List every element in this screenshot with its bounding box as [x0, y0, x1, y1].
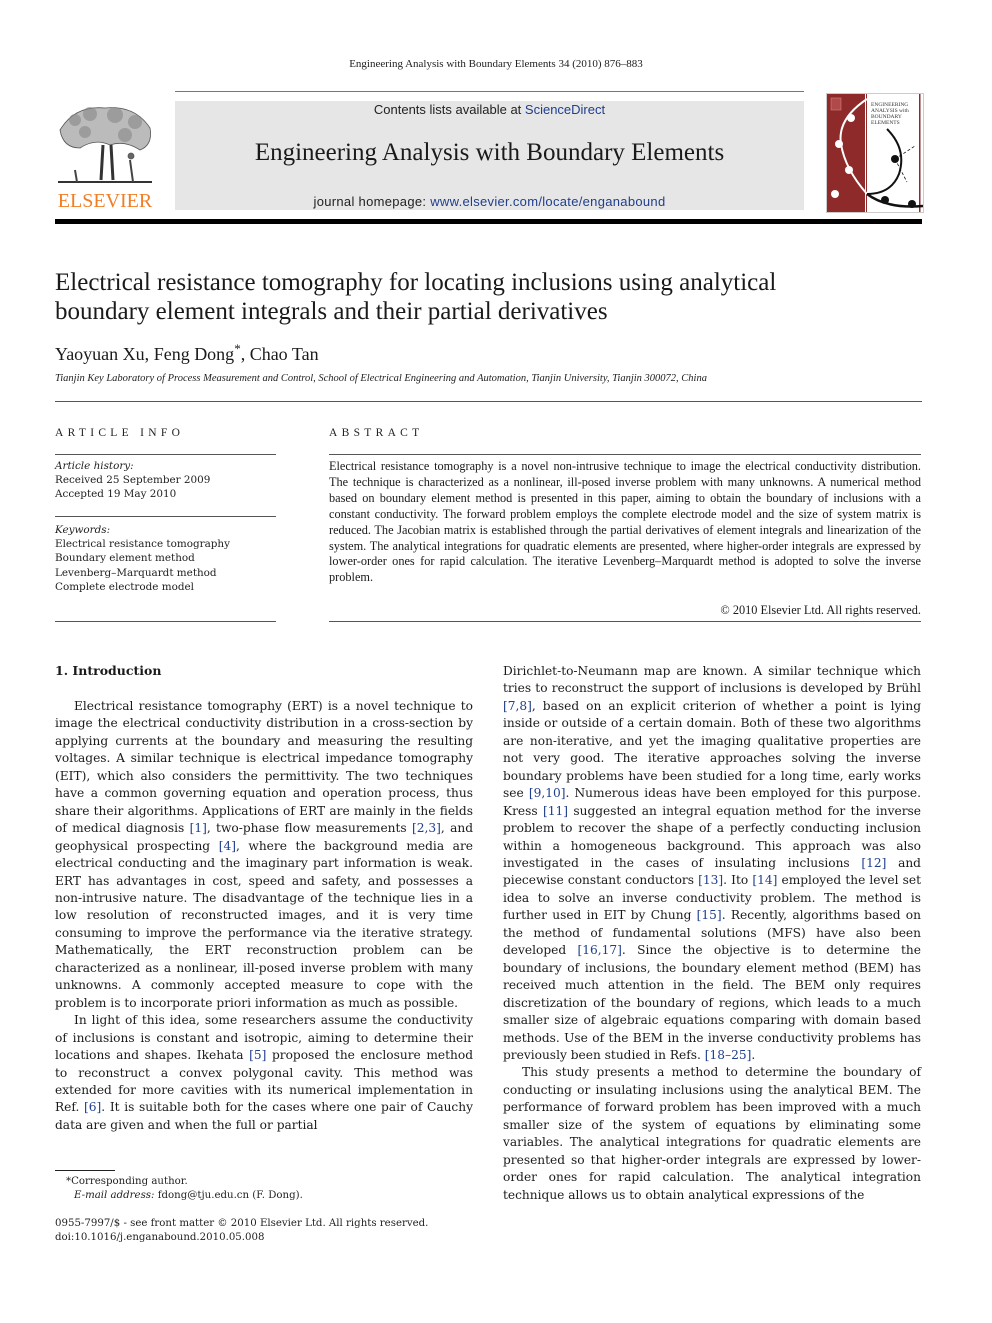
article-title-line-1: Electrical resistance tomography for loc…: [55, 269, 777, 296]
citation-link[interactable]: [12]: [861, 856, 886, 870]
text-run: .: [751, 1047, 756, 1062]
keyword-item: Electrical resistance tomography: [55, 538, 230, 551]
citation-link[interactable]: [7,8]: [503, 699, 532, 713]
keyword-item: Boundary element method: [55, 552, 195, 565]
intro-paragraph-2-continued: Dirichlet-to-Neumann map are known. A si…: [503, 663, 921, 1064]
email-address[interactable]: fdong@tju.edu.cn (F. Dong).: [154, 1190, 303, 1201]
citation-link[interactable]: [6]: [84, 1100, 101, 1114]
publisher-logo[interactable]: ELSEVIER: [55, 100, 155, 212]
text-run: Dirichlet-to-Neumann map are known. A si…: [503, 664, 921, 696]
email-label: E-mail address:: [74, 1190, 155, 1202]
abstract-rule-top: [329, 454, 921, 455]
front-matter-info: 0955-7997/$ - see front matter © 2010 El…: [55, 1217, 428, 1245]
citation-link[interactable]: [14]: [752, 873, 777, 887]
cover-line-4: ELEMENTS: [871, 120, 900, 126]
article-title-line-2: boundary element integrals and their par…: [55, 298, 608, 325]
contents-available-line: Contents lists available at ScienceDirec…: [175, 102, 804, 117]
intro-paragraph-2: In light of this idea, some researchers …: [55, 1012, 473, 1134]
text-run: This study presents a method to determin…: [503, 1065, 921, 1202]
title-block-rule: [55, 401, 922, 402]
text-run: , based on an explicit criterion of whet…: [503, 698, 921, 801]
footnote-rule: [55, 1170, 115, 1171]
journal-title: Engineering Analysis with Boundary Eleme…: [254, 139, 725, 166]
journal-homepage-link[interactable]: www.elsevier.com/locate/enganabound: [430, 194, 665, 209]
header-thick-rule: [55, 219, 922, 224]
running-head: Engineering Analysis with Boundary Eleme…: [349, 58, 643, 70]
article-history: Article history: Received 25 September 2…: [55, 459, 276, 502]
text-run: , where the background media are electri…: [55, 838, 473, 1010]
citation-link[interactable]: [15]: [697, 908, 722, 922]
introduction-heading: 1. Introduction: [55, 663, 162, 678]
article-history-label: Article history:: [55, 460, 134, 472]
homepage-prefix: journal homepage:: [313, 194, 431, 209]
text-run: Electrical resistance tomography (ERT) i…: [55, 699, 473, 836]
text-run: . Ito: [723, 873, 753, 888]
abstract-rule-bottom: [329, 621, 921, 622]
article-info-heading: ARTICLE INFO: [55, 427, 185, 439]
citation-link[interactable]: [4]: [219, 839, 236, 853]
author-tan[interactable]: , Chao Tan: [241, 344, 319, 364]
keyword-item: Levenberg–Marquardt method: [55, 566, 217, 579]
issn-line: 0955-7997/$ - see front matter © 2010 El…: [55, 1218, 429, 1229]
article-title: Electrical resistance tomography for loc…: [55, 268, 925, 326]
accepted-date: Accepted 19 May 2010: [55, 488, 177, 501]
header-top-rule: [175, 91, 804, 92]
corresponding-author-note: Corresponding author.: [71, 1176, 188, 1187]
text-run: , two-phase flow measurements: [206, 821, 412, 836]
citation-link[interactable]: [18–25]: [705, 1048, 752, 1062]
citation-link[interactable]: [2,3]: [412, 821, 441, 835]
article-info-rule-top: [55, 454, 276, 455]
citation-link[interactable]: [5]: [249, 1048, 266, 1062]
author-affiliation: Tianjin Key Laboratory of Process Measur…: [55, 373, 707, 384]
journal-cover[interactable]: ENGINEERING ANALYSIS with BOUNDARY ELEME…: [826, 93, 924, 213]
citation-link[interactable]: [16,17]: [578, 943, 622, 957]
citation-link[interactable]: [11]: [543, 804, 568, 818]
corresponding-author-footnote: *Corresponding author. E-mail address: f…: [66, 1175, 303, 1203]
sciencedirect-link[interactable]: ScienceDirect: [525, 102, 605, 117]
journal-homepage-line: journal homepage: www.elsevier.com/locat…: [175, 194, 804, 209]
intro-paragraph-1: Electrical resistance tomography (ERT) i…: [55, 698, 473, 1012]
citation-link[interactable]: [13]: [698, 873, 723, 887]
keywords-label: Keywords:: [55, 524, 111, 536]
text-run: . Since the objective is to determine th…: [503, 943, 921, 1062]
abstract-heading: ABSTRACT: [329, 427, 424, 439]
keyword-item: Complete electrode model: [55, 580, 194, 593]
article-info-rule-mid: [55, 516, 276, 517]
abstract-text: Electrical resistance tomography is a no…: [329, 459, 921, 585]
abstract-copyright: © 2010 Elsevier Ltd. All rights reserved…: [720, 603, 921, 617]
journal-banner: Contents lists available at ScienceDirec…: [175, 101, 804, 210]
text-run: . It is suitable both for the cases wher…: [55, 1100, 473, 1132]
journal-cover-art-icon: ENGINEERING ANALYSIS with BOUNDARY ELEME…: [827, 94, 924, 212]
body-column-right: Dirichlet-to-Neumann map are known. A si…: [503, 663, 921, 1204]
publisher-name: ELSEVIER: [57, 190, 153, 212]
article-info-rule-bottom: [55, 621, 276, 622]
author-list: Yaoyuan Xu, Feng Dong*, Chao Tan: [55, 341, 319, 365]
contents-prefix: Contents lists available at: [373, 102, 525, 117]
intro-paragraph-3: This study presents a method to determin…: [503, 1064, 921, 1204]
elsevier-tree-icon: [55, 100, 155, 188]
doi-line[interactable]: doi:10.1016/j.enganabound.2010.05.008: [55, 1231, 428, 1245]
keywords-block: Keywords: Electrical resistance tomograp…: [55, 523, 276, 594]
author-xu[interactable]: Yaoyuan Xu,: [55, 344, 154, 364]
citation-link[interactable]: [9,10]: [529, 786, 566, 800]
author-dong[interactable]: Feng Dong: [154, 344, 235, 364]
body-column-left: Electrical resistance tomography (ERT) i…: [55, 698, 473, 1134]
citation-link[interactable]: [1]: [190, 821, 207, 835]
received-date: Received 25 September 2009: [55, 474, 211, 487]
